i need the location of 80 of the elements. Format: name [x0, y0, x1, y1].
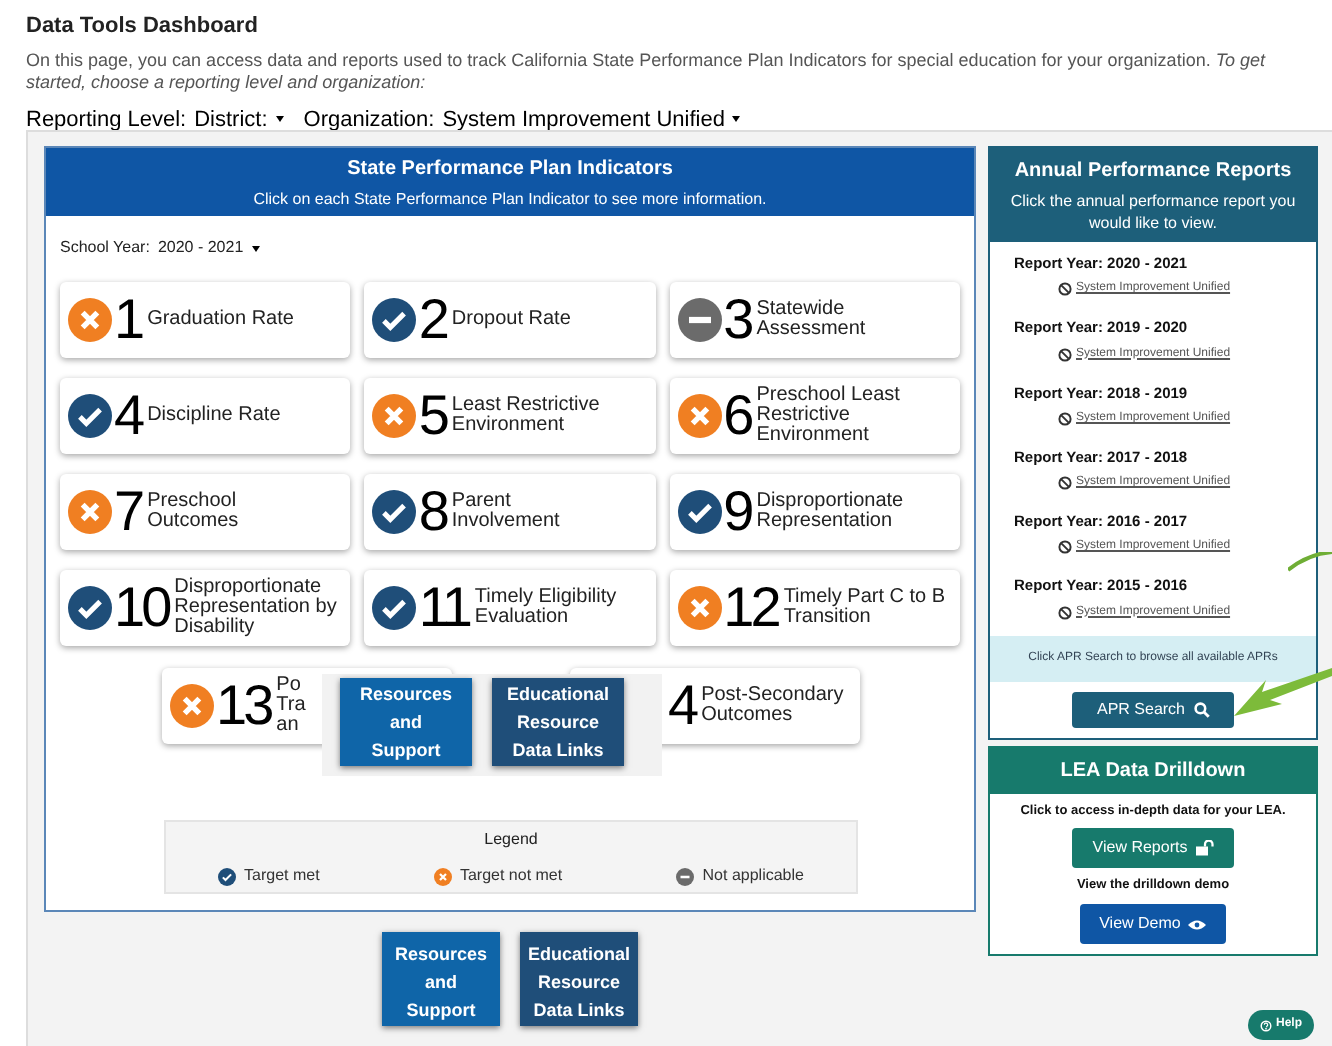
ban-icon — [1058, 605, 1072, 619]
indicator-label: Disproportionate Representation by Disability — [174, 578, 337, 638]
legend-label: Target met — [244, 864, 320, 888]
indicator-number: 13 — [216, 678, 271, 734]
check-circle-icon — [372, 586, 417, 630]
school-year-dropdown[interactable]: 2020 - 2021 — [157, 236, 260, 260]
curve-drawing — [1288, 552, 1332, 572]
indicator-number: 2 — [418, 292, 446, 348]
ban-icon — [1058, 282, 1072, 297]
ban-icon — [1058, 540, 1072, 555]
filter-label: Reporting Level: — [26, 105, 187, 135]
indicator-number: 11 — [418, 580, 469, 636]
indicator-number: 7 — [114, 484, 142, 540]
indicator-number: 10 — [114, 580, 169, 636]
caret-icon — [732, 116, 741, 123]
check-circle-icon — [218, 867, 236, 885]
check-circle-icon — [372, 298, 417, 342]
check-circle-icon — [68, 394, 112, 438]
indicator-number: 6 — [723, 388, 751, 444]
indicator-label: Timely Part C to B Transition — [783, 588, 946, 628]
apr-subtitle: Click the annual performance report you would like to view. — [1008, 190, 1298, 234]
indicator-number: 1 — [114, 292, 142, 348]
ban-icon — [1058, 411, 1072, 426]
caret-icon — [275, 116, 284, 123]
panel-subtitle: Click on each State Performance Plan Indicator to see more information. — [253, 187, 767, 211]
check-circle-icon — [372, 490, 417, 534]
indicator-number: 4 — [114, 388, 142, 444]
indicator-label: Parent Involvement — [451, 492, 560, 532]
school-year-label: School Year: — [60, 236, 150, 260]
x-circle-icon — [677, 394, 722, 438]
indicator-number: 9 — [723, 484, 751, 540]
resource-link-tile[interactable]: Resources and Support — [340, 678, 472, 766]
filter-label: Organization: — [303, 105, 435, 135]
x-circle-icon — [68, 298, 112, 342]
caret-icon — [251, 245, 260, 251]
apr-title: Annual Performance Reports — [1014, 158, 1292, 186]
indicator-label: Preschool Least Restrictive Environment — [756, 386, 900, 446]
indicator-label: Disproportionate Representation — [756, 492, 904, 532]
indicator-number: 12 — [723, 580, 778, 636]
x-circle-icon — [433, 867, 452, 885]
resource-link-tile[interactable]: Educational Resource Data Links — [492, 678, 624, 766]
drilldown-header: LEA Data Drilldown — [990, 747, 1316, 793]
ban-icon — [1058, 347, 1072, 361]
indicator-label: Po Tra an — [276, 676, 306, 736]
indicator-label: Dropout Rate — [451, 310, 571, 330]
x-circle-icon — [68, 490, 112, 534]
indicator-number: 3 — [723, 292, 751, 348]
indicator-number: 4 — [668, 678, 696, 734]
x-circle-icon — [372, 394, 417, 438]
ban-icon — [1058, 476, 1072, 490]
unlock-icon — [1195, 840, 1214, 857]
view-reports-button[interactable]: View Reports — [1072, 828, 1234, 869]
indicator-label: Post-Secondary Outcomes — [701, 686, 844, 726]
legend-title: Legend — [484, 828, 538, 852]
x-circle-icon — [677, 586, 722, 630]
apr-search-button[interactable]: APR Search — [1072, 691, 1234, 727]
intro-text: On this page, you can access data and reports used to track California State Performance Plan Indicators for special education for your organization. To get started, choose a reporting level and organization: — [26, 49, 1268, 93]
minus-circle-icon — [677, 298, 722, 342]
panel-title: State Performance Plan Indicators — [347, 155, 673, 183]
page-title: Data Tools Dashboard — [26, 12, 260, 42]
resource-link-tile[interactable]: Resources and Support — [382, 932, 500, 1026]
resource-link-tile[interactable]: Educational Resource Data Links — [520, 932, 638, 1026]
eye-icon — [1188, 917, 1207, 931]
question-icon — [1260, 1019, 1272, 1031]
indicator-number: 8 — [418, 484, 446, 540]
check-circle-icon — [677, 490, 722, 534]
search-icon — [1193, 701, 1210, 717]
x-circle-icon — [170, 684, 214, 728]
legend-label: Target not met — [459, 864, 563, 888]
indicator-label: Least Restrictive Environment — [451, 396, 600, 436]
indicator-number: 5 — [418, 388, 446, 444]
indicator-label: Timely Eligibility Evaluation — [474, 588, 617, 628]
indicator-label: Statewide Assessment — [756, 300, 866, 340]
view-demo-button[interactable]: View Demo — [1079, 904, 1227, 944]
minus-circle-icon — [676, 867, 695, 885]
indicator-label: Preschool Outcomes — [147, 492, 239, 532]
indicator-label: Graduation Rate — [147, 310, 294, 330]
check-circle-icon — [68, 586, 112, 630]
legend-label: Not applicable — [702, 864, 804, 888]
indicator-label: Discipline Rate — [147, 406, 281, 426]
